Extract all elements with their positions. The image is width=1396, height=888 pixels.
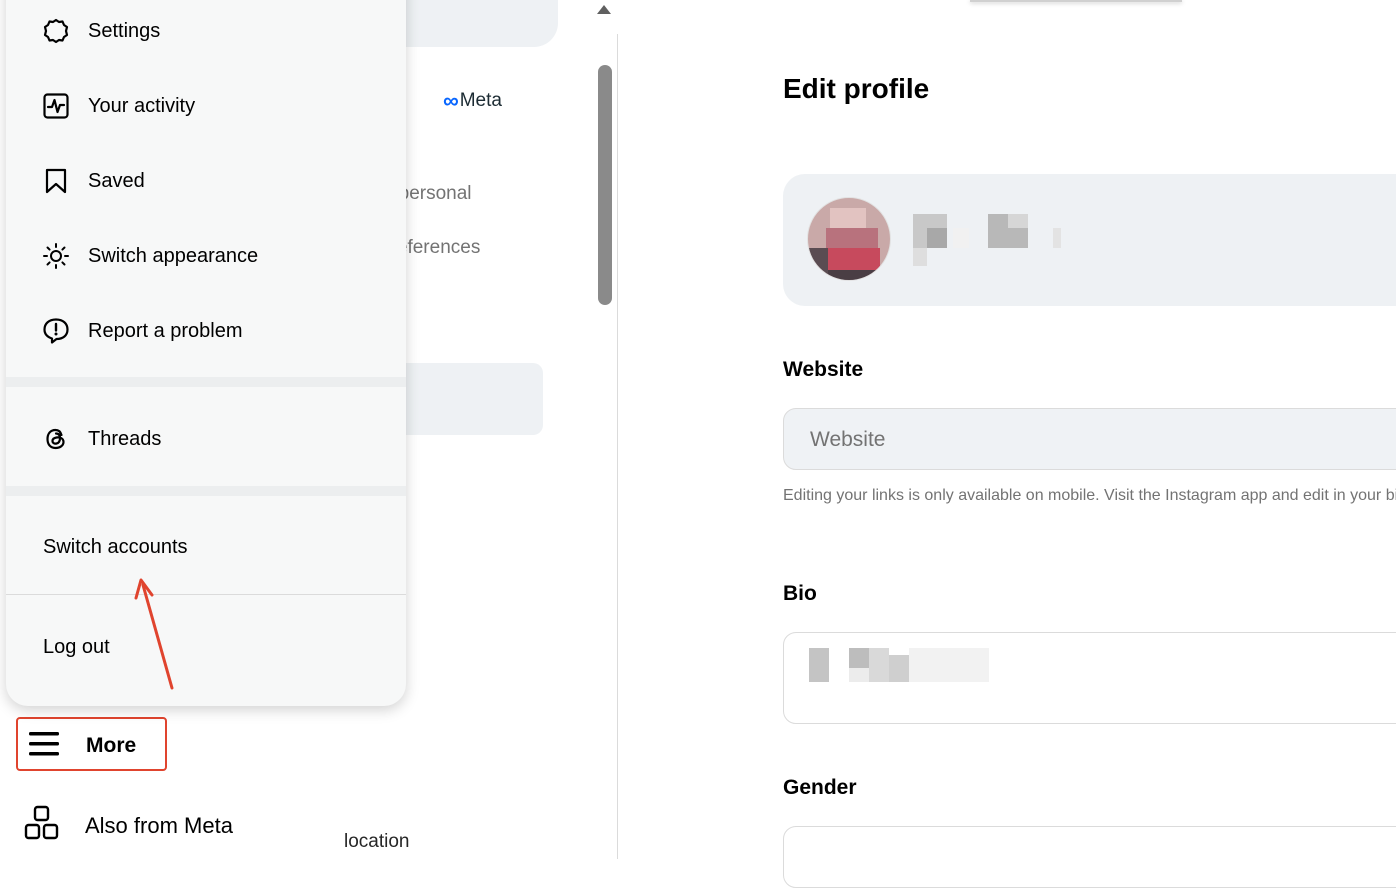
also-from-meta-button[interactable]: Also from Meta [24,805,324,849]
menu-item-label: Your activity [88,95,196,117]
meta-logo: ∞ Meta [443,88,502,114]
menu-item-label: Report a problem [88,320,243,342]
bio-field[interactable] [783,632,1396,724]
menu-item-saved[interactable]: Saved [6,150,406,210]
menu-item-label: Switch appearance [88,245,259,267]
gender-label: Gender [783,776,857,799]
more-label: More [86,734,137,757]
apps-grid-icon [24,805,59,840]
bio-label: Bio [783,582,817,605]
column-divider [617,34,618,859]
menu-separator [6,486,406,496]
scroll-up-arrow[interactable] [597,5,611,14]
report-icon [43,318,69,344]
sun-icon [43,243,69,269]
meta-infinity-icon: ∞ [443,88,459,113]
menu-item-your-activity[interactable]: Your activity [6,75,406,135]
menu-item-label: Switch accounts [43,536,188,558]
menu-item-log-out[interactable]: Log out [6,616,406,676]
menu-item-switch-accounts[interactable]: Switch accounts [6,516,406,576]
menu-item-switch-appearance[interactable]: Switch appearance [6,225,406,285]
menu-item-label: Settings [88,20,161,42]
menu-item-settings[interactable]: Settings [6,0,406,60]
website-input[interactable] [808,409,1392,471]
username-blurred [913,214,1073,268]
menu-item-threads[interactable]: Threads [6,408,406,468]
gear-icon [43,18,69,44]
hamburger-menu-icon [29,732,59,756]
website-field[interactable] [783,408,1396,471]
menu-item-label: Log out [43,636,110,658]
threads-icon [46,428,65,450]
menu-divider [6,594,406,595]
location-text: location [344,831,410,852]
page-title: Edit profile [783,73,930,104]
avatar[interactable] [807,197,891,281]
menu-item-report-problem[interactable]: Report a problem [6,300,406,360]
gender-select[interactable] [783,826,1396,888]
meta-logo-text: Meta [459,90,502,111]
activity-icon [43,93,69,119]
menu-item-label: Threads [88,428,162,450]
menu-item-label: Saved [88,170,145,192]
more-popup-menu: Settings Your activity Saved Switch appe… [6,0,406,706]
menu-separator [6,377,406,387]
scrollbar-thumb[interactable] [598,65,612,305]
website-label: Website [783,358,864,381]
top-dropdown-edge [970,0,1182,2]
website-help-text: Editing your links is only available on … [783,487,1396,504]
bookmark-icon [45,168,67,194]
also-from-meta-label: Also from Meta [85,813,233,838]
more-button[interactable]: More [16,717,167,771]
